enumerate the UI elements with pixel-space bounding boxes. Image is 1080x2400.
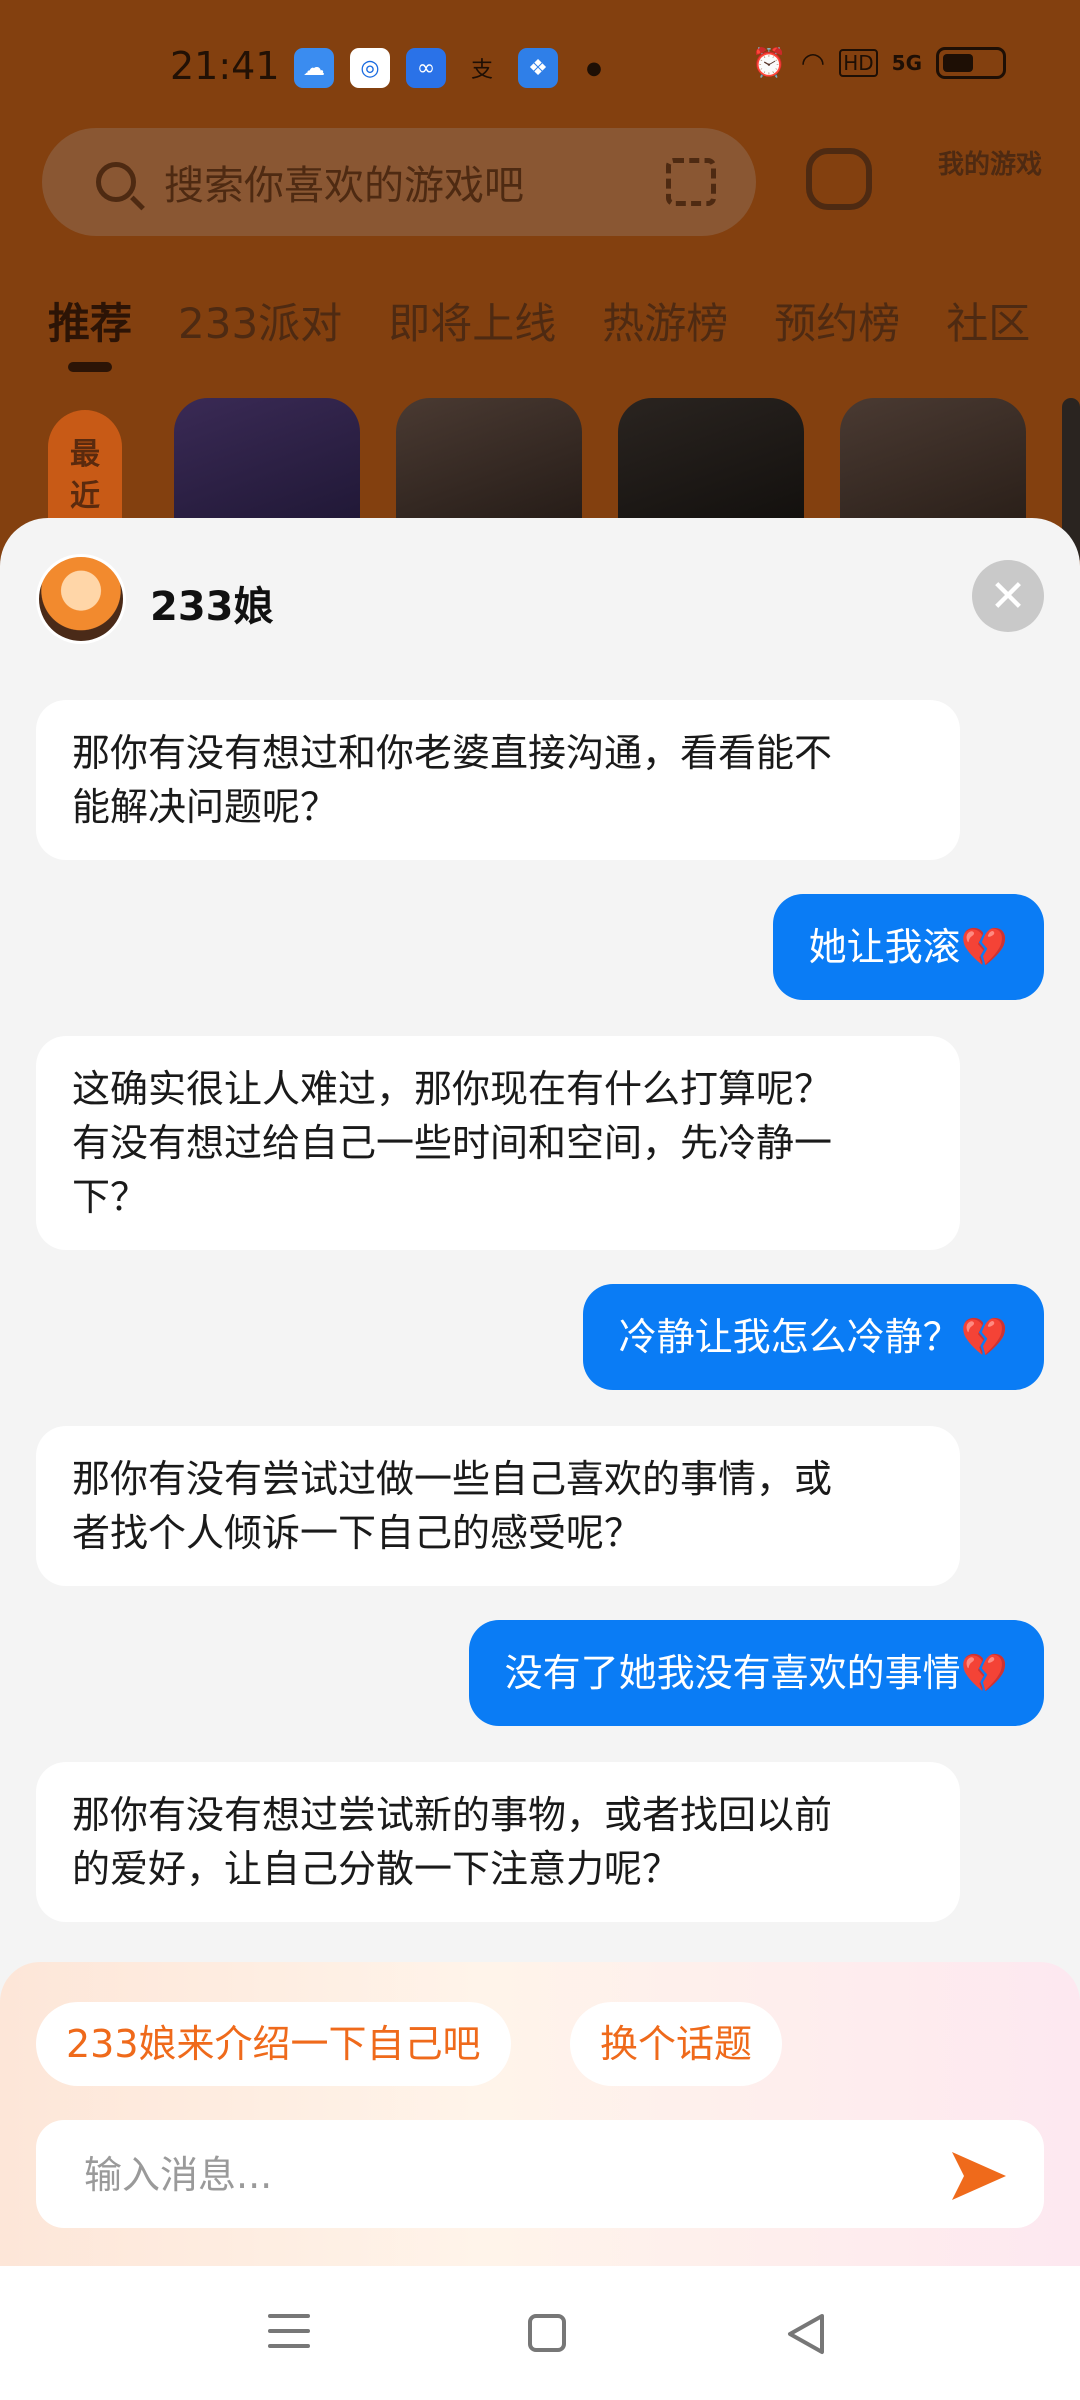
composer: 233娘来介绍一下自己吧 换个话题	[0, 1962, 1080, 2266]
weather-app-icon: ☁	[294, 48, 334, 88]
alipay-app-icon: 支	[470, 58, 493, 83]
tab-reservation[interactable]: 预约榜	[774, 290, 900, 351]
message-line: 的爱好，让自己分散一下注意力呢？	[72, 1847, 681, 1891]
tab-community[interactable]: 社区	[946, 290, 1030, 351]
search-placeholder: 搜索你喜欢的游戏吧	[164, 163, 524, 209]
tab-hot-games[interactable]: 热游榜	[602, 290, 728, 351]
hd-icon: HD	[839, 48, 878, 77]
status-time: 21:41	[170, 44, 280, 88]
message-line: 下？	[72, 1175, 149, 1219]
more-dot-icon: ●	[586, 57, 602, 79]
send-icon[interactable]	[948, 2146, 1008, 2206]
message-line: 那你有没有尝试过做一些自己喜欢的事情，或	[72, 1457, 833, 1501]
tab-recommend[interactable]: 推荐	[48, 290, 132, 351]
chat-sheet: 233娘 ✕ 那你有没有想过和你老婆直接沟通，看看能不 能解决问题呢？ 她让我滚…	[0, 518, 1080, 2266]
bot-name: 233娘	[150, 584, 274, 630]
tab-coming-soon[interactable]: 即将上线	[388, 290, 556, 351]
message-line: 能解决问题呢？	[72, 785, 339, 829]
message-text: 冷静让我怎么冷静？	[618, 1315, 961, 1359]
chat-header: 233娘 ✕	[0, 518, 1080, 648]
recent-apps-icon[interactable]	[268, 2314, 310, 2354]
status-indicators: ⏰ ◠ HD 5G	[752, 46, 1006, 79]
bot-message: 这确实很让人难过，那你现在有什么打算呢？ 有没有想过给自己一些时间和空间，先冷静…	[36, 1036, 960, 1250]
message-line: 那你有没有想过尝试新的事物，或者找回以前	[72, 1793, 833, 1837]
search-bar[interactable]: 搜索你喜欢的游戏吧	[42, 128, 756, 236]
messages-icon[interactable]	[806, 148, 872, 210]
wifi-icon: ◠	[800, 46, 826, 79]
user-message: 她让我滚💔	[772, 894, 1044, 1000]
message-line: 有没有想过给自己一些时间和空间，先冷静一	[72, 1121, 833, 1165]
my-games-button[interactable]: 我的游戏	[924, 150, 1042, 216]
tab-233-party[interactable]: 233派对	[178, 290, 342, 351]
infinity-app-icon: ∞	[406, 48, 446, 88]
bot-message: 那你有没有尝试过做一些自己喜欢的事情，或 者找个人倾诉一下自己的感受呢？	[36, 1426, 960, 1586]
category-tabs: 推荐 233派对 即将上线 热游榜 预约榜 社区	[48, 290, 1030, 351]
close-button[interactable]: ✕	[972, 560, 1044, 632]
broken-heart-icon: 💔	[960, 925, 1008, 969]
scan-icon[interactable]	[666, 158, 716, 206]
my-games-label: 我的游戏	[937, 150, 1042, 180]
cloud-app-icon: ❖	[518, 48, 558, 88]
browser-app-icon: ◎	[350, 48, 390, 88]
message-input[interactable]	[84, 2150, 904, 2200]
suggestion-chip-change-topic[interactable]: 换个话题	[570, 2002, 783, 2086]
broken-heart-icon: 💔	[960, 1651, 1008, 1695]
home-icon[interactable]	[528, 2314, 566, 2352]
close-icon: ✕	[989, 570, 1027, 622]
bot-message: 那你有没有想过尝试新的事物，或者找回以前 的爱好，让自己分散一下注意力呢？	[36, 1762, 960, 1922]
bot-avatar	[36, 554, 126, 644]
back-icon[interactable]	[786, 2312, 826, 2356]
message-line: 那你有没有想过和你老婆直接沟通，看看能不	[72, 731, 833, 775]
alarm-icon: ⏰	[751, 46, 787, 79]
status-bar: 21:41 ☁ ◎ ∞ 支 ❖ ● ⏰ ◠ HD 5G	[0, 0, 1080, 136]
status-app-icons: ☁ ◎ ∞ 支 ❖ ●	[294, 48, 614, 88]
signal-icon: 5G	[891, 50, 922, 75]
broken-heart-icon: 💔	[960, 1315, 1008, 1359]
system-nav-bar	[0, 2266, 1080, 2400]
message-text: 没有了她我没有喜欢的事情	[504, 1651, 961, 1695]
active-tab-indicator	[68, 362, 112, 372]
user-message: 冷静让我怎么冷静？💔	[582, 1284, 1044, 1390]
message-text: 她让我滚	[808, 925, 961, 969]
search-icon	[96, 162, 136, 202]
battery-icon	[936, 46, 1006, 79]
suggestion-chip-introduce[interactable]: 233娘来介绍一下自己吧	[36, 2002, 511, 2086]
message-input-row	[36, 2120, 1044, 2228]
bot-message: 那你有没有想过和你老婆直接沟通，看看能不 能解决问题呢？	[36, 700, 960, 860]
user-message: 没有了她我没有喜欢的事情💔	[468, 1620, 1044, 1726]
background-app: 21:41 ☁ ◎ ∞ 支 ❖ ● ⏰ ◠ HD 5G 搜索你喜欢的游戏吧 我的…	[0, 0, 1080, 560]
message-line: 者找个人倾诉一下自己的感受呢？	[72, 1511, 643, 1555]
message-line: 这确实很让人难过，那你现在有什么打算呢？	[72, 1067, 833, 1111]
